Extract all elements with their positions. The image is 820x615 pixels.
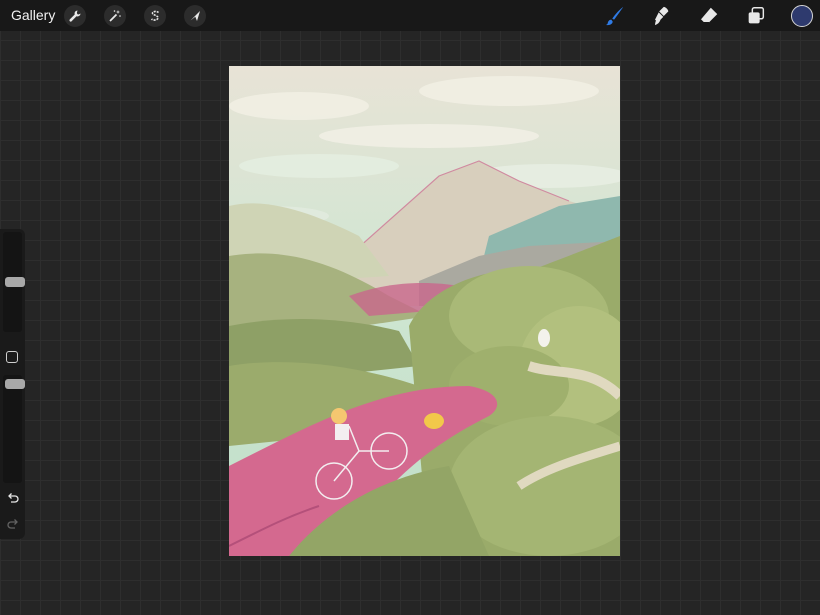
smudge-icon[interactable]	[649, 4, 673, 28]
gallery-button[interactable]: Gallery	[11, 7, 55, 23]
left-sidebar	[0, 229, 25, 539]
opacity-handle[interactable]	[5, 379, 25, 389]
brush-icon[interactable]	[603, 4, 627, 28]
color-picker-swatch[interactable]	[791, 5, 813, 27]
drawing-canvas[interactable]	[229, 66, 620, 556]
redo-icon[interactable]	[6, 517, 20, 531]
top-toolbar: Gallery	[0, 0, 820, 31]
opacity-slider[interactable]	[3, 375, 25, 483]
brush-size-handle[interactable]	[5, 277, 25, 287]
modify-button[interactable]	[6, 351, 18, 363]
eraser-icon[interactable]	[697, 4, 721, 28]
wrench-icon[interactable]	[64, 5, 86, 27]
brush-size-slider[interactable]	[3, 232, 25, 332]
layers-icon[interactable]	[744, 4, 768, 28]
landscape-illustration	[229, 66, 620, 556]
undo-icon[interactable]	[6, 491, 20, 505]
magic-wand-icon[interactable]	[104, 5, 126, 27]
selection-s-icon[interactable]	[144, 5, 166, 27]
arrow-cursor-icon[interactable]	[184, 5, 206, 27]
